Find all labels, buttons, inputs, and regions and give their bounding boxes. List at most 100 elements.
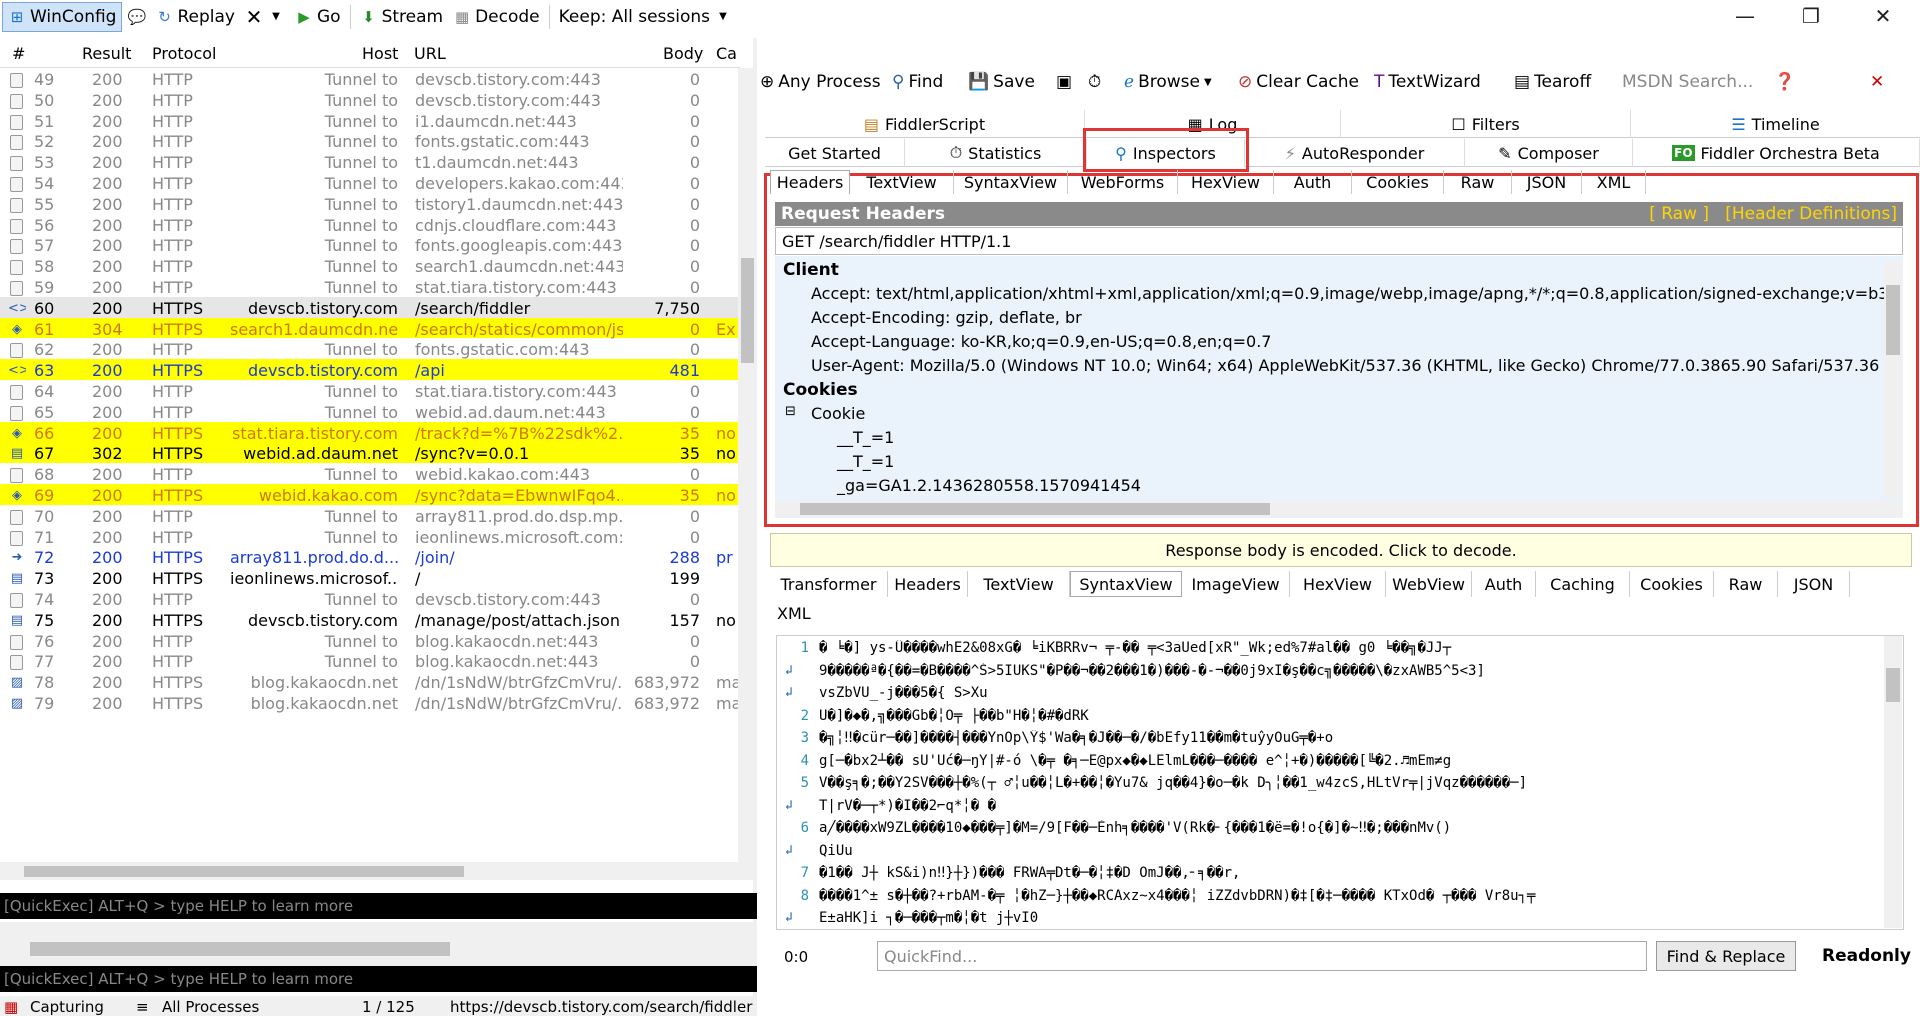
- tab-req-json[interactable]: JSON: [1512, 170, 1582, 194]
- minimize-button[interactable]: —: [1730, 4, 1760, 28]
- remove-button[interactable]: ✕ ▼: [240, 2, 290, 32]
- session-row[interactable]: 62 200 HTTP Tunnel to fonts.gstatic.com:443 0: [0, 338, 740, 359]
- go-button[interactable]: ▶ Go: [290, 2, 346, 32]
- col-body[interactable]: Body: [663, 44, 703, 63]
- session-row[interactable]: 50 200 HTTP Tunnel to devscb.tistory.com:443…: [0, 89, 740, 110]
- session-row[interactable]: ◈ 66 200 HTTPS stat.tiara.tistory.com/track?…: [0, 422, 740, 443]
- tab-get-started[interactable]: Get Started: [765, 139, 905, 167]
- vertical-scrollbar[interactable]: [738, 68, 757, 880]
- header-definitions-link[interactable]: [Header Definitions]: [1725, 204, 1897, 224]
- session-row[interactable]: 54 200 HTTP Tunnel to developers.kakao.com:4…: [0, 172, 740, 193]
- header-user-agent[interactable]: User-Agent: Mozilla/5.0 (Windows NT 10.0…: [811, 356, 1879, 375]
- session-row[interactable]: 58 200 HTTP Tunnel to search1.daumcdn.net:44…: [0, 255, 740, 276]
- session-row[interactable]: ◈ 61 304 HTTPS search1.daumcdn.net/search/st…: [0, 318, 740, 339]
- tab-resp-xml[interactable]: XML: [777, 604, 811, 623]
- tab-resp-caching[interactable]: Caching: [1536, 571, 1630, 597]
- tab-resp-transformer[interactable]: Transformer: [770, 571, 888, 597]
- tab-req-syntaxview[interactable]: SyntaxView: [954, 170, 1068, 194]
- header-accept[interactable]: Accept: text/html,application/xhtml+xml,…: [811, 284, 1888, 303]
- tab-req-hexview[interactable]: HexView: [1178, 170, 1274, 194]
- session-row[interactable]: ▤ 73 200 HTTPS ieonlinews.microsof... / 199: [0, 567, 740, 588]
- col-protocol[interactable]: Protocol: [152, 44, 216, 63]
- session-row[interactable]: 77 200 HTTP Tunnel to blog.kakaocdn.net:443 0: [0, 650, 740, 671]
- keep-sessions-dropdown[interactable]: Keep: All sessions ▼: [554, 2, 737, 32]
- tab-autoresponder[interactable]: ⚡ AutoResponder: [1245, 139, 1465, 167]
- quickexec-input-secondary[interactable]: [QuickExec] ALT+Q > type HELP to learn m…: [0, 966, 757, 992]
- scroll-thumb[interactable]: [800, 503, 1270, 515]
- tab-filters[interactable]: ☐ Filters: [1341, 110, 1631, 138]
- col-result[interactable]: Result: [82, 44, 131, 63]
- tab-req-auth[interactable]: Auth: [1274, 170, 1352, 194]
- session-row[interactable]: 56 200 HTTP Tunnel to cdnjs.cloudflare.com:4…: [0, 214, 740, 235]
- session-row[interactable]: ◈ 69 200 HTTPS webid.kakao.com/sync?data=Ebw…: [0, 484, 740, 505]
- clear-cache-button[interactable]: ⊘ Clear Cache: [1238, 72, 1359, 92]
- tab-timeline[interactable]: ☰ Timeline: [1631, 110, 1920, 138]
- tab-resp-hexview[interactable]: HexView: [1290, 571, 1386, 597]
- session-row[interactable]: 76 200 HTTP Tunnel to blog.kakaocdn.net:443 0: [0, 630, 740, 651]
- decode-banner[interactable]: Response body is encoded. Click to decod…: [770, 533, 1912, 567]
- session-row[interactable]: 71 200 HTTP Tunnel to ieonlinews.microsoft.c…: [0, 526, 740, 547]
- session-row[interactable]: 51 200 HTTP Tunnel to i1.daumcdn.net:443 0: [0, 110, 740, 131]
- session-row[interactable]: 59 200 HTTP Tunnel to stat.tiara.tistory.com…: [0, 276, 740, 297]
- save-button[interactable]: 💾 Save: [968, 72, 1035, 92]
- tab-resp-headers[interactable]: Headers: [888, 571, 968, 597]
- tab-resp-syntaxview[interactable]: SyntaxView: [1070, 571, 1182, 597]
- tab-statistics[interactable]: ⏱ Statistics: [905, 139, 1087, 167]
- raw-link[interactable]: [ Raw ]: [1649, 204, 1709, 224]
- session-row[interactable]: <> 60 200 HTTPS devscb.tistory.com/search/fi…: [0, 297, 740, 318]
- session-row[interactable]: 74 200 HTTP Tunnel to devscb.tistory.com:443…: [0, 588, 740, 609]
- tab-resp-textview[interactable]: TextView: [968, 571, 1070, 597]
- tab-fiddler-orchestra[interactable]: FO Fiddler Orchestra Beta: [1633, 139, 1920, 167]
- tab-req-webforms[interactable]: WebForms: [1068, 170, 1178, 194]
- quickfind-input[interactable]: QuickFind...: [877, 941, 1647, 971]
- cookies-group[interactable]: Cookies: [783, 380, 858, 400]
- find-button[interactable]: ⚲ Find: [892, 72, 943, 92]
- tab-fiddlerscript[interactable]: ▤ FiddlerScript: [765, 110, 1085, 138]
- tab-req-textview[interactable]: TextView: [850, 170, 954, 194]
- comment-button[interactable]: 💬: [122, 2, 150, 32]
- quickexec-input[interactable]: [QuickExec] ALT+Q > type HELP to learn m…: [0, 893, 757, 919]
- msdn-search-input[interactable]: MSDN Search...: [1622, 72, 1753, 92]
- tab-resp-webview[interactable]: WebView: [1386, 571, 1472, 597]
- tab-req-headers[interactable]: Headers: [770, 170, 850, 194]
- close-icon[interactable]: ✕: [1870, 72, 1884, 92]
- session-row[interactable]: ▤ 67 302 HTTPS webid.ad.daum.net/sync?v=0.0.…: [0, 442, 740, 463]
- cookie-value[interactable]: _ga=GA1.2.1436280558.1570941454: [837, 476, 1141, 495]
- session-row[interactable]: 70 200 HTTP Tunnel to array811.prod.do.dsp.m…: [0, 505, 740, 526]
- session-row[interactable]: 49 200 HTTP Tunnel to devscb.tistory.com:443…: [0, 68, 740, 89]
- capturing-label[interactable]: Capturing: [30, 998, 104, 1016]
- capturing-icon[interactable]: ▦: [4, 998, 18, 1016]
- find-replace-button[interactable]: Find & Replace: [1656, 941, 1796, 971]
- tab-req-cookies[interactable]: Cookies: [1352, 170, 1444, 194]
- col-caching[interactable]: Ca: [716, 44, 737, 63]
- browse-button[interactable]: ℯ Browse ▼: [1124, 72, 1212, 92]
- tab-req-raw[interactable]: Raw: [1444, 170, 1512, 194]
- session-row[interactable]: 65 200 HTTP Tunnel to webid.ad.daum.net:443 0: [0, 401, 740, 422]
- tearoff-button[interactable]: ▤ Tearoff: [1514, 72, 1591, 92]
- header-accept-encoding[interactable]: Accept-Encoding: gzip, deflate, br: [811, 308, 1082, 327]
- session-row[interactable]: 55 200 HTTP Tunnel to tistory1.daumcdn.net:4…: [0, 193, 740, 214]
- screenshot-button[interactable]: ▣: [1056, 72, 1072, 92]
- replay-button[interactable]: ↻ Replay: [150, 2, 240, 32]
- collapse-icon[interactable]: ⊟: [785, 404, 796, 419]
- decode-button[interactable]: ▦ Decode: [448, 2, 545, 32]
- any-process-button[interactable]: ⊕ Any Process: [760, 72, 881, 92]
- session-row[interactable]: 53 200 HTTP Tunnel to t1.daumcdn.net:443 0: [0, 151, 740, 172]
- session-row[interactable]: <> 63 200 HTTPS devscb.tistory.com/api 481: [0, 359, 740, 380]
- session-row[interactable]: ➜ 72 200 HTTPS array811.prod.do.d... /join/28…: [0, 546, 740, 567]
- session-row[interactable]: 57 200 HTTP Tunnel to fonts.googleapis.com:4…: [0, 234, 740, 255]
- close-window-button[interactable]: ✕: [1868, 4, 1898, 28]
- maximize-button[interactable]: ❐: [1796, 4, 1826, 28]
- cookie-value[interactable]: __T_=1: [837, 452, 894, 471]
- help-icon[interactable]: ❓: [1774, 72, 1795, 92]
- tab-resp-auth[interactable]: Auth: [1472, 571, 1536, 597]
- stream-button[interactable]: ⬇ Stream: [355, 2, 449, 32]
- cookie-value[interactable]: __T_=1: [837, 428, 894, 447]
- winconfig-button[interactable]: ⊞ WinConfig: [2, 2, 122, 32]
- session-row[interactable]: 68 200 HTTP Tunnel to webid.kakao.com:443 0: [0, 463, 740, 484]
- tab-composer[interactable]: ✎ Composer: [1465, 139, 1633, 167]
- client-group[interactable]: Client: [783, 260, 839, 280]
- tab-req-xml[interactable]: XML: [1582, 170, 1646, 194]
- tab-resp-cookies[interactable]: Cookies: [1630, 571, 1714, 597]
- tab-resp-raw[interactable]: Raw: [1714, 571, 1778, 597]
